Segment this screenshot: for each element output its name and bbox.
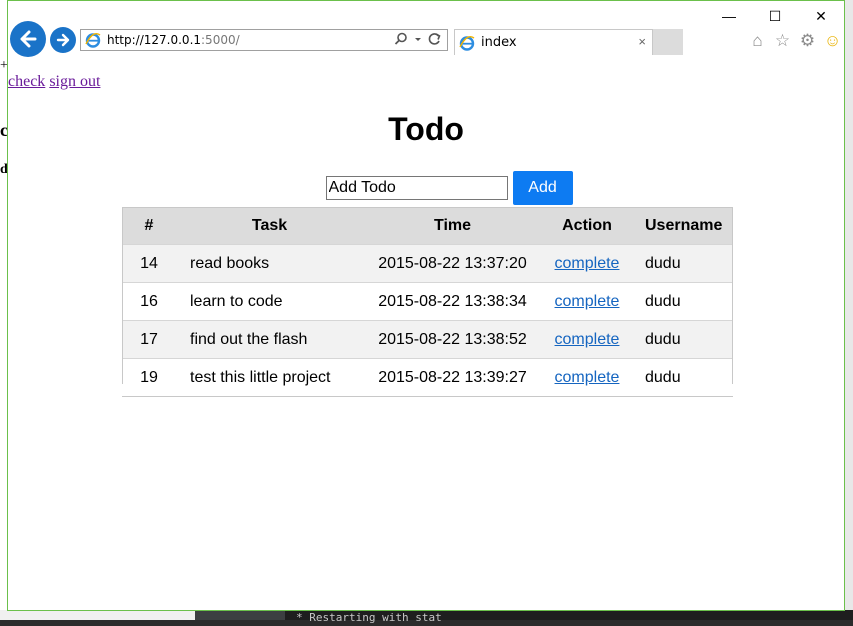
window-controls: — ☐ ✕	[706, 1, 844, 31]
todo-id: 16	[122, 282, 176, 321]
todo-id: 19	[122, 358, 176, 397]
tab-title: index	[481, 35, 517, 50]
complete-link[interactable]: complete	[555, 293, 620, 310]
todo-task: read books	[176, 244, 364, 283]
todo-action-cell: complete	[541, 320, 633, 359]
maximize-button[interactable]: ☐	[752, 1, 798, 31]
page-content: checksign out Todo Add # Task Time Actio…	[8, 61, 844, 612]
todo-table: # Task Time Action Username 14 read book…	[122, 207, 733, 397]
todo-action-cell: complete	[541, 358, 633, 397]
column-header-action: Action	[541, 207, 633, 245]
tab-ie-icon	[459, 35, 475, 51]
todo-username: dudu	[633, 320, 733, 359]
todo-time: 2015-08-22 13:37:20	[364, 244, 541, 283]
todo-action-cell: complete	[541, 282, 633, 321]
close-icon: ✕	[815, 7, 827, 24]
todo-task: find out the flash	[176, 320, 364, 359]
todo-time: 2015-08-22 13:38:34	[364, 282, 541, 321]
todo-task: test this little project	[176, 358, 364, 397]
ie-logo-icon	[85, 32, 101, 48]
todo-task: learn to code	[176, 282, 364, 321]
todo-time: 2015-08-22 13:39:27	[364, 358, 541, 397]
add-todo-input[interactable]	[325, 176, 508, 200]
browser-titlebar: — ☐ ✕ http://127.0.0.1:5000/ index × ⌂ ☆…	[8, 1, 844, 61]
dropdown-arrow-icon[interactable]	[414, 32, 422, 49]
column-header-id: #	[122, 207, 176, 245]
table-row: 17 find out the flash 2015-08-22 13:38:5…	[122, 320, 733, 359]
top-links: check sign out	[8, 73, 104, 91]
arrow-right-icon	[56, 33, 70, 47]
table-row: 19 test this little project 2015-08-22 1…	[122, 358, 733, 397]
address-bar[interactable]: http://127.0.0.1:5000/	[80, 29, 448, 51]
home-icon[interactable]: ⌂	[748, 31, 767, 51]
new-tab-button[interactable]	[653, 29, 683, 55]
url-text: http://127.0.0.1:5000/	[107, 33, 240, 47]
todo-action-cell: complete	[541, 244, 633, 283]
complete-link[interactable]: complete	[555, 369, 620, 386]
todo-username: dudu	[633, 282, 733, 321]
browser-window: — ☐ ✕ http://127.0.0.1:5000/ index × ⌂ ☆…	[7, 0, 845, 611]
column-header-username: Username	[633, 207, 733, 245]
feedback-smiley-icon[interactable]: ☺	[823, 31, 842, 51]
tab-index[interactable]: index ×	[454, 29, 653, 55]
todo-username: dudu	[633, 244, 733, 283]
complete-link[interactable]: complete	[555, 255, 620, 272]
favorites-star-icon[interactable]: ☆	[773, 31, 792, 51]
todo-time: 2015-08-22 13:38:52	[364, 320, 541, 359]
check-link[interactable]: check	[8, 73, 45, 90]
maximize-icon: ☐	[768, 7, 782, 24]
terminal-text: * Restarting with stat	[296, 611, 442, 624]
table-header-row: # Task Time Action Username	[122, 207, 733, 245]
todo-id: 17	[122, 320, 176, 359]
refresh-icon[interactable]	[428, 32, 441, 49]
table-row: 14 read books 2015-08-22 13:37:20 comple…	[122, 244, 733, 283]
column-header-time: Time	[364, 207, 541, 245]
arrow-left-icon	[20, 30, 37, 48]
close-window-button[interactable]: ✕	[798, 1, 844, 31]
table-row: 16 learn to code 2015-08-22 13:38:34 com…	[122, 282, 733, 321]
add-button[interactable]: Add	[512, 171, 573, 205]
page-title: Todo	[388, 111, 464, 147]
column-header-task: Task	[176, 207, 364, 245]
background-window-fragment-right	[845, 0, 853, 610]
minimize-icon: —	[722, 8, 736, 24]
gear-icon[interactable]: ⚙	[798, 31, 817, 51]
minimize-button[interactable]: —	[706, 1, 752, 31]
tab-close-icon[interactable]: ×	[638, 34, 646, 49]
sign-out-link[interactable]: sign out	[49, 73, 100, 90]
back-button[interactable]	[10, 21, 46, 57]
complete-link[interactable]: complete	[555, 331, 620, 348]
search-icon[interactable]	[394, 32, 408, 49]
add-todo-form: Add	[8, 171, 844, 205]
browser-toolbar-icons: ⌂ ☆ ⚙ ☺	[748, 31, 842, 51]
forward-button[interactable]	[50, 27, 76, 53]
todo-id: 14	[122, 244, 176, 283]
todo-username: dudu	[633, 358, 733, 397]
